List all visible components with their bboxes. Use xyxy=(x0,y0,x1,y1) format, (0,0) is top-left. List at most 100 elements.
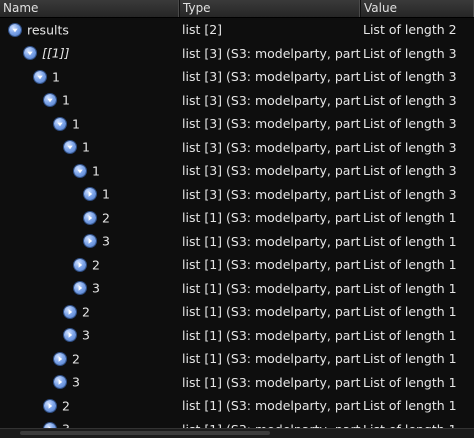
name-cell: 3 xyxy=(0,277,180,301)
row-name: 1 xyxy=(72,116,80,132)
tree-row[interactable]: 2 list [1] (S3: modelparty, part List of l… xyxy=(0,300,474,324)
row-type: list [1] (S3: modelparty, part xyxy=(182,257,361,273)
row-name: 1 xyxy=(62,92,70,108)
tree-row[interactable]: 3list [1] (S3: modelparty, partList of l… xyxy=(0,371,474,395)
name-cell: 3 xyxy=(0,230,180,254)
expanded-arrow-icon[interactable] xyxy=(24,47,36,60)
tree-row[interactable]: 2 list [1] (S3: modelparty, part List of l… xyxy=(0,206,474,230)
row-value: List of length 1 xyxy=(363,304,457,320)
tree-row[interactable]: 2 list [1] (S3: modelparty, part List of l… xyxy=(0,253,474,277)
row-type: list [3] (S3: modelparty, part xyxy=(182,69,361,85)
collapsed-arrow-icon[interactable] xyxy=(64,305,76,318)
name-cell: 3 xyxy=(0,418,180,428)
tree-row[interactable]: 1 list [3] (S3: modelparty, part List of l… xyxy=(0,136,474,160)
name-cell: 2 xyxy=(0,394,180,418)
scrollbar-thumb[interactable] xyxy=(20,431,270,435)
name-cell: 2 xyxy=(0,206,180,230)
row-name: 1 xyxy=(92,163,100,179)
name-cell: 1 xyxy=(0,112,180,136)
tree-row[interactable]: 2 list [1] (S3: modelparty, part List of l… xyxy=(0,347,474,371)
row-type: list [3] (S3: modelparty, part xyxy=(182,116,361,132)
tree-row[interactable]: 1 list [3] (S3: modelparty, part List of l… xyxy=(0,89,474,113)
tree-row[interactable]: [[1]] list [3] (S3: modelparty, part List … xyxy=(0,42,474,66)
row-name: 2 xyxy=(72,351,80,367)
tree-row[interactable]: 3list [1] (S3: modelparty, partList of l… xyxy=(0,418,474,428)
row-type: list [3] (S3: modelparty, part xyxy=(182,139,361,155)
row-value: List of length 1 xyxy=(363,374,457,390)
expanded-arrow-icon[interactable] xyxy=(9,23,21,36)
row-type: list [1] (S3: modelparty, part xyxy=(182,210,361,226)
collapsed-arrow-icon[interactable] xyxy=(74,282,86,295)
name-cell: results xyxy=(0,18,180,42)
expanded-arrow-icon[interactable] xyxy=(64,141,76,154)
name-cell: 1 xyxy=(0,89,180,113)
tree-row[interactable]: 1 list [3] (S3: modelparty, part List of l… xyxy=(0,183,474,207)
tree-row[interactable]: 1 list [3] (S3: modelparty, part List of l… xyxy=(0,112,474,136)
row-type: list [1] (S3: modelparty, part xyxy=(182,304,361,320)
row-name: 1 xyxy=(52,69,60,85)
collapsed-arrow-icon[interactable] xyxy=(74,258,86,271)
row-type: list [1] (S3: modelparty, part xyxy=(182,233,361,249)
name-cell: 2 xyxy=(0,300,180,324)
collapsed-arrow-icon[interactable] xyxy=(44,399,56,412)
expanded-arrow-icon[interactable] xyxy=(74,164,86,177)
name-cell: 1 xyxy=(0,183,180,207)
row-type: list [3] (S3: modelparty, part xyxy=(182,186,361,202)
expanded-arrow-icon[interactable] xyxy=(34,70,46,83)
row-value: List of length 1 xyxy=(363,351,457,367)
collapsed-arrow-icon[interactable] xyxy=(54,376,66,389)
tree-row[interactable]: 3 list [1] (S3: modelparty, partList of l… xyxy=(0,277,474,301)
row-type: list [1] (S3: modelparty, part xyxy=(182,398,361,414)
row-type: list [3] (S3: modelparty, part xyxy=(182,45,361,61)
row-type: list [1] (S3: modelparty, part xyxy=(182,327,361,343)
row-name: 3 xyxy=(72,374,80,390)
expanded-arrow-icon[interactable] xyxy=(44,94,56,107)
row-value: List of length 3 xyxy=(363,186,457,202)
row-value: List of length 1 xyxy=(363,233,457,249)
row-value: List of length 3 xyxy=(363,69,457,85)
row-value: List of length 1 xyxy=(363,280,457,296)
row-type: list [3] (S3: modelparty, part xyxy=(182,92,361,108)
row-name: 2 xyxy=(62,398,70,414)
row-value: List of length 1 xyxy=(363,327,457,343)
tree-row[interactable]: 3 list [1] (S3: modelparty, partList of l… xyxy=(0,324,474,348)
row-name: 1 xyxy=(102,186,110,202)
row-name: 3 xyxy=(92,280,100,296)
column-header-value[interactable]: Value xyxy=(361,0,474,17)
name-cell: 3 xyxy=(0,371,180,395)
collapsed-arrow-icon[interactable] xyxy=(84,211,96,224)
name-cell: 1 xyxy=(0,65,180,89)
column-header-type[interactable]: Type xyxy=(180,0,361,17)
name-cell: 1 xyxy=(0,159,180,183)
row-name: 3 xyxy=(102,233,110,249)
tree-row[interactable]: 2 list [1] (S3: modelparty, part List of l… xyxy=(0,394,474,418)
row-value: List of length 3 xyxy=(363,92,457,108)
row-type: list [1] (S3: modelparty, part xyxy=(182,280,361,296)
row-name: results xyxy=(27,22,69,38)
tree-row[interactable]: 3 list [1] (S3: modelparty, partList of l… xyxy=(0,230,474,254)
row-name: 1 xyxy=(82,139,90,155)
name-cell: [[1]] xyxy=(0,42,180,66)
row-value: List of length 1 xyxy=(363,210,457,226)
row-name: 2 xyxy=(102,210,110,226)
column-header-name[interactable]: Name xyxy=(0,0,180,17)
row-value: List of length 3 xyxy=(363,139,457,155)
tree-row[interactable]: 1 list [3] (S3: modelparty, part List of l… xyxy=(0,159,474,183)
tree-row[interactable]: 1 list [3] (S3: modelparty, part List of l… xyxy=(0,65,474,89)
tree-view[interactable]: results list [2] List of length 2 [[1]] list… xyxy=(0,18,474,428)
row-type: list [3] (S3: modelparty, part xyxy=(182,163,361,179)
collapsed-arrow-icon[interactable] xyxy=(54,352,66,365)
name-cell: 2 xyxy=(0,347,180,371)
row-value: List of length 1 xyxy=(363,257,457,273)
row-type: list [2] xyxy=(182,22,223,38)
row-value: List of length 2 xyxy=(363,22,457,38)
collapsed-arrow-icon[interactable] xyxy=(64,329,76,342)
collapsed-arrow-icon[interactable] xyxy=(84,235,96,248)
collapsed-arrow-icon[interactable] xyxy=(84,188,96,201)
row-value: List of length 1 xyxy=(363,398,457,414)
tree-row[interactable]: results list [2] List of length 2 xyxy=(0,18,474,42)
expanded-arrow-icon[interactable] xyxy=(54,117,66,130)
name-cell: 1 xyxy=(0,136,180,160)
row-value: List of length 3 xyxy=(363,45,457,61)
row-name: 3 xyxy=(82,327,90,343)
